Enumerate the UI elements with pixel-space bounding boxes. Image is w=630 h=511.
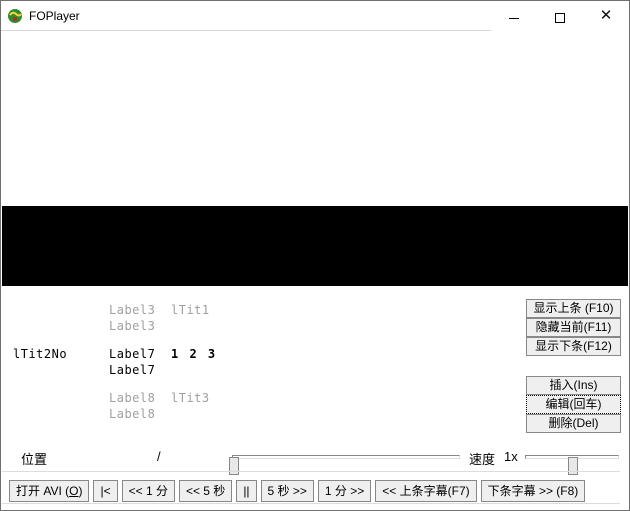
- value-123: 1 2 3: [171, 347, 217, 361]
- back-1min-button[interactable]: << 1 分: [122, 480, 175, 502]
- ltit3: lTit3: [171, 391, 210, 405]
- window-title: FOPlayer: [29, 9, 80, 23]
- label8-b: Label8: [109, 407, 155, 421]
- status-row: 位置 / 速度 1x: [9, 447, 621, 467]
- window-controls: ✕: [491, 1, 629, 31]
- open-avi-button[interactable]: 打开 AVI (O): [9, 480, 89, 502]
- app-icon: [7, 8, 23, 24]
- close-button[interactable]: ✕: [583, 1, 629, 31]
- right-button-group: 显示上条 (F10) 隐藏当前(F11) 显示下条(F12) 插入(Ins) 编…: [526, 299, 621, 433]
- app-window: FOPlayer ✕ Label3 lTit1 Label3 lTit2No L…: [0, 0, 630, 511]
- speed-value: 1x: [504, 449, 518, 464]
- insert-button[interactable]: 插入(Ins): [526, 376, 621, 395]
- subtitle-overlay: [2, 206, 628, 286]
- pause-button[interactable]: ||: [236, 480, 256, 502]
- divider: [2, 471, 620, 472]
- position-separator: /: [157, 449, 161, 464]
- position-label: 位置: [21, 449, 47, 468]
- delete-button[interactable]: 删除(Del): [526, 414, 621, 433]
- position-slider[interactable]: [232, 455, 460, 459]
- speed-label: 速度: [469, 449, 495, 468]
- speed-slider[interactable]: [525, 455, 619, 459]
- speed-thumb[interactable]: [568, 457, 578, 475]
- title-bar: FOPlayer ✕: [1, 1, 629, 31]
- label7-b: Label7: [109, 363, 155, 377]
- video-area: [2, 32, 628, 207]
- label3-b: Label3: [109, 319, 155, 333]
- label7-a: Label7: [109, 347, 155, 361]
- ltit2no: lTit2No: [13, 347, 67, 361]
- fwd-5sec-button[interactable]: 5 秒 >>: [261, 480, 314, 502]
- next-subtitle-button[interactable]: 下条字幕 >> (F8): [481, 480, 586, 502]
- back-5sec-button[interactable]: << 5 秒: [179, 480, 232, 502]
- show-next-button[interactable]: 显示下条(F12): [526, 337, 621, 356]
- position-thumb[interactable]: [229, 457, 239, 475]
- edit-button[interactable]: 编辑(回车): [526, 395, 621, 414]
- label3-a: Label3: [109, 303, 155, 317]
- show-prev-button[interactable]: 显示上条 (F10): [526, 299, 621, 318]
- maximize-button[interactable]: [537, 1, 583, 31]
- bottom-toolbar: 打开 AVI (O) |< << 1 分 << 5 秒 || 5 秒 >> 1 …: [9, 478, 621, 503]
- divider-bottom: [2, 503, 620, 504]
- fwd-1min-button[interactable]: 1 分 >>: [318, 480, 371, 502]
- ltit1: lTit1: [171, 303, 210, 317]
- label8-a: Label8: [109, 391, 155, 405]
- minimize-button[interactable]: [491, 1, 537, 31]
- seek-start-button[interactable]: |<: [93, 480, 117, 502]
- prev-subtitle-button[interactable]: << 上条字幕(F7): [375, 480, 476, 502]
- hide-current-button[interactable]: 隐藏当前(F11): [526, 318, 621, 337]
